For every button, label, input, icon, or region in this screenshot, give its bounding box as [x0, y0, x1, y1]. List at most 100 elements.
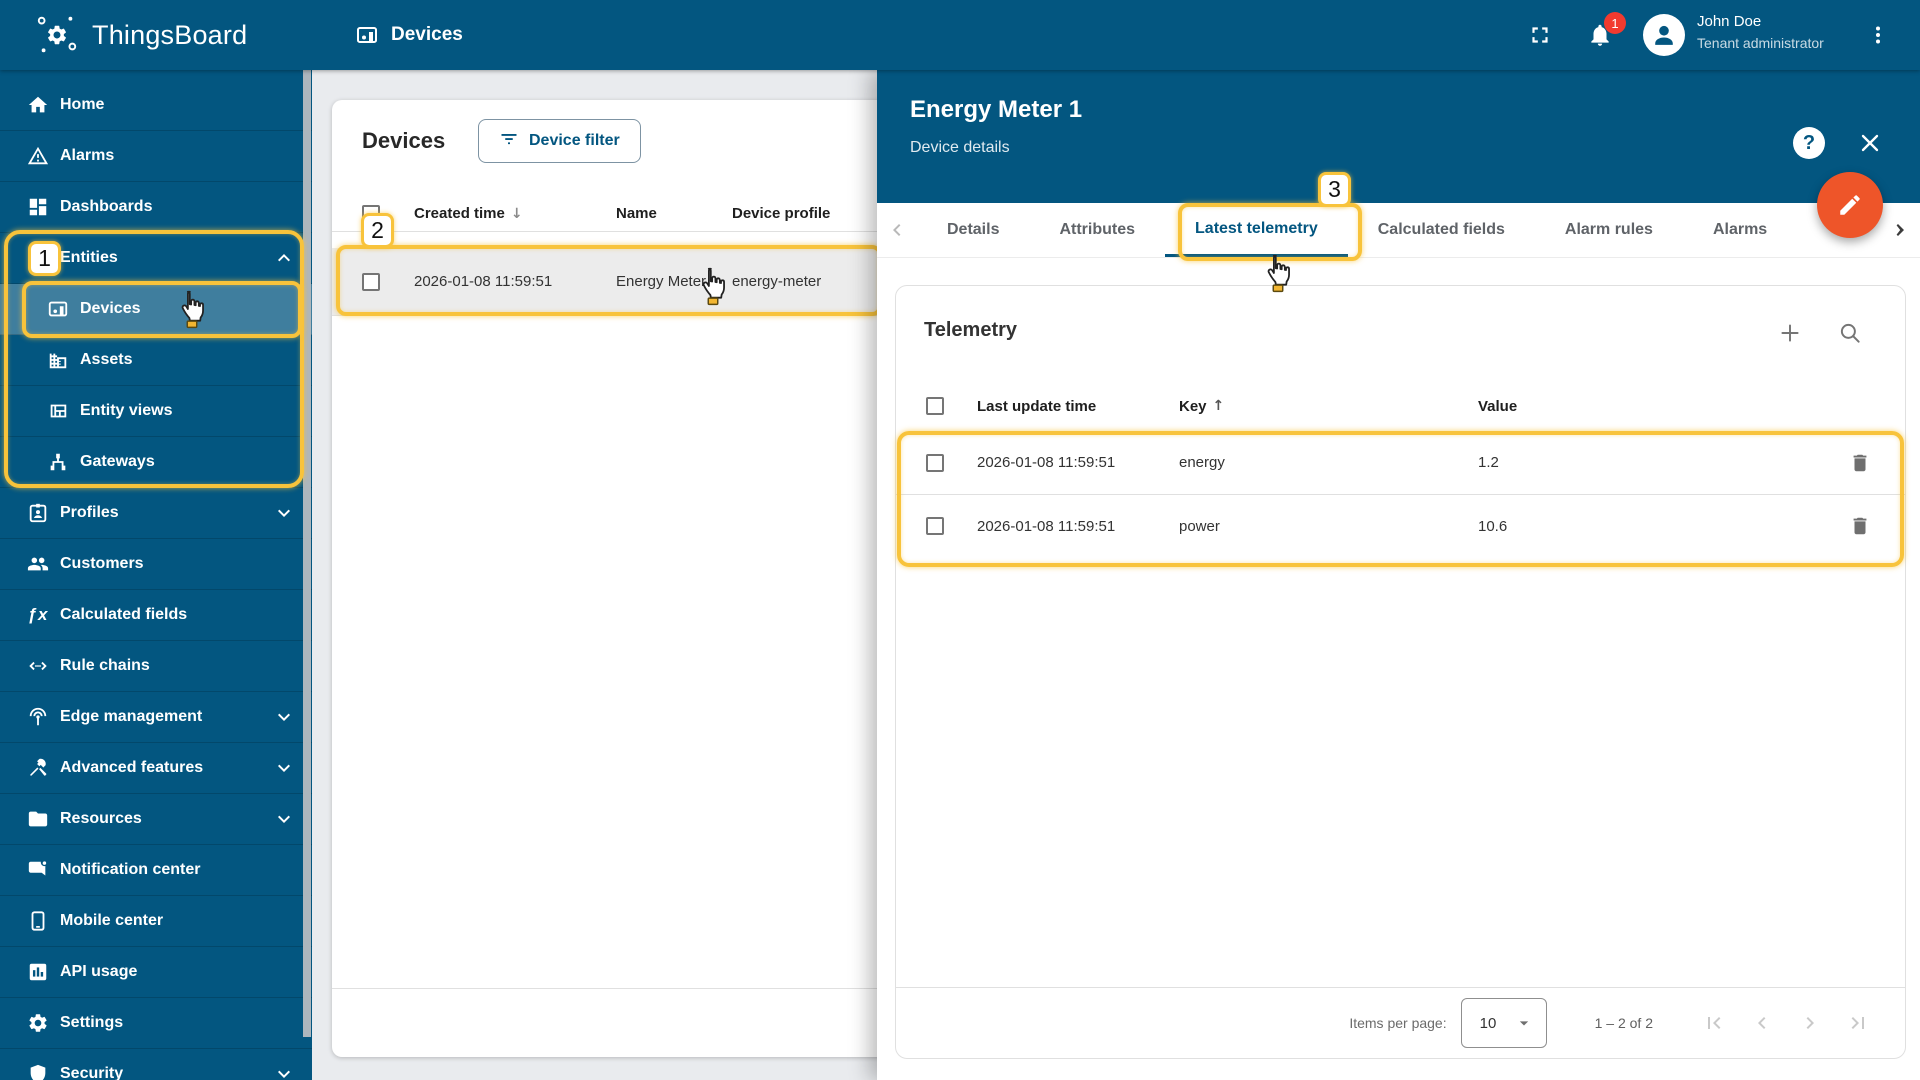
- sidebar-item-label: Assets: [80, 351, 133, 368]
- sidebar-item-home[interactable]: Home: [0, 80, 312, 131]
- folder-icon: [26, 807, 50, 831]
- sidebar-item-alarms[interactable]: Alarms: [0, 131, 312, 182]
- help-button[interactable]: ?: [1793, 127, 1825, 159]
- more-options-kebab-icon[interactable]: [1856, 0, 1900, 70]
- sidebar-item-label: Alarms: [60, 147, 115, 164]
- sidebar-item-entity-views[interactable]: Entity views: [0, 386, 312, 437]
- pager-controls: [1697, 1006, 1875, 1040]
- first-page-button[interactable]: [1697, 1006, 1731, 1040]
- prev-page-button[interactable]: [1745, 1006, 1779, 1040]
- sidebar-item-settings[interactable]: Settings: [0, 998, 312, 1049]
- telemetry-card: Telemetry Last update time Key ↑ Value 2…: [895, 285, 1906, 1059]
- edit-device-fab[interactable]: [1817, 172, 1883, 238]
- alarm-warning-icon: [26, 144, 50, 168]
- tab-latest-telemetry[interactable]: Latest telemetry: [1165, 203, 1348, 257]
- sidebar-item-entities[interactable]: Entities: [0, 233, 312, 284]
- user-avatar[interactable]: [1640, 0, 1688, 70]
- sidebar-item-label: Mobile center: [60, 912, 164, 929]
- sidebar-item-label: Home: [60, 96, 105, 113]
- telemetry-value: 10.6: [1478, 517, 1508, 535]
- dashboards-icon: [26, 195, 50, 219]
- pencil-icon: [1840, 195, 1860, 215]
- sidebar-item-calculated-fields[interactable]: ƒx Calculated fields: [0, 590, 312, 641]
- sidebar-item-customers[interactable]: Customers: [0, 539, 312, 590]
- tabs-scroll-left-icon[interactable]: [877, 203, 917, 257]
- last-page-button[interactable]: [1841, 1006, 1875, 1040]
- sidebar-item-mobile-center[interactable]: Mobile center: [0, 896, 312, 947]
- assets-icon: [46, 348, 70, 372]
- sidebar-nav: Home Alarms Dashboards Entities Devices …: [0, 70, 312, 1080]
- next-page-button[interactable]: [1793, 1006, 1827, 1040]
- tab-attributes[interactable]: Attributes: [1029, 203, 1165, 257]
- sidebar-item-gateways[interactable]: Gateways: [0, 437, 312, 488]
- sidebar-item-security[interactable]: Security: [0, 1049, 312, 1080]
- column-header-last-update-time[interactable]: Last update time: [977, 398, 1179, 415]
- search-telemetry-button[interactable]: [1836, 319, 1864, 347]
- sidebar-item-label: Profiles: [60, 504, 119, 521]
- column-header-name[interactable]: Name: [616, 205, 732, 222]
- select-caret-icon: [1519, 1021, 1528, 1026]
- notifications-bell-icon[interactable]: 1: [1574, 0, 1626, 70]
- chevron-down-icon: [272, 705, 296, 729]
- tab-details[interactable]: Details: [917, 203, 1029, 257]
- tools-icon: [26, 756, 50, 780]
- entities-icon: [26, 246, 50, 270]
- column-header-key[interactable]: Key ↑: [1179, 398, 1478, 415]
- sidebar-item-resources[interactable]: Resources: [0, 794, 312, 845]
- smartphone-icon: [26, 909, 50, 933]
- delete-telemetry-button[interactable]: [1842, 445, 1878, 481]
- sidebar-item-rule-chains[interactable]: Rule chains: [0, 641, 312, 692]
- sidebar-item-label: Settings: [60, 1014, 124, 1031]
- tab-alarms[interactable]: Alarms: [1683, 203, 1797, 257]
- chevron-down-icon: [272, 1062, 296, 1080]
- key-header-label: Key: [1179, 397, 1207, 415]
- tab-alarm-rules[interactable]: Alarm rules: [1535, 203, 1683, 257]
- items-per-page-select[interactable]: 10: [1460, 998, 1547, 1048]
- sidebar-item-label: Rule chains: [60, 657, 150, 674]
- chevron-up-icon: [272, 246, 296, 270]
- entity-views-icon: [46, 399, 70, 423]
- items-per-page-value: 10: [1479, 1014, 1497, 1032]
- row-checkbox[interactable]: [926, 517, 944, 535]
- sidebar-item-label: Gateways: [80, 453, 155, 470]
- row-checkbox[interactable]: [362, 272, 380, 291]
- gear-icon: [26, 1011, 50, 1035]
- sidebar-item-profiles[interactable]: Profiles: [0, 488, 312, 539]
- column-header-value[interactable]: Value: [1478, 398, 1815, 415]
- sidebar-item-api-usage[interactable]: API usage: [0, 947, 312, 998]
- sidebar-item-advanced-features[interactable]: Advanced features: [0, 743, 312, 794]
- drawer-subtitle: Device details: [910, 139, 1010, 156]
- sidebar-item-label: Dashboards: [60, 198, 153, 215]
- telemetry-time: 2026-01-08 11:59:51: [977, 517, 1116, 535]
- sidebar-item-label: Customers: [60, 555, 144, 572]
- delete-telemetry-button[interactable]: [1842, 508, 1878, 544]
- sidebar-item-notification-center[interactable]: Notification center: [0, 845, 312, 896]
- sidebar-item-label: Notification center: [60, 861, 201, 878]
- sidebar-item-assets[interactable]: Assets: [0, 335, 312, 386]
- sidebar-item-edge-management[interactable]: Edge management: [0, 692, 312, 743]
- plus-icon: [1781, 324, 1799, 342]
- telemetry-row-energy: 2026-01-08 11:59:51 energy 1.2: [896, 431, 1905, 494]
- column-header-created-time[interactable]: Created time ↓: [414, 205, 616, 222]
- shield-icon: [26, 1062, 50, 1080]
- last-update-time-header-label: Last update time: [977, 397, 1097, 415]
- select-all-checkbox[interactable]: [926, 397, 944, 415]
- drawer-title: Energy Meter 1: [910, 96, 1083, 123]
- user-info[interactable]: John Doe Tenant administrator: [1697, 13, 1824, 51]
- tab-calculated-fields[interactable]: Calculated fields: [1348, 203, 1535, 257]
- user-role: Tenant administrator: [1697, 35, 1824, 51]
- fullscreen-icon[interactable]: [1514, 0, 1566, 70]
- name-header-label: Name: [616, 205, 657, 222]
- search-icon: [1840, 323, 1860, 343]
- telemetry-card-header: Telemetry: [896, 286, 1905, 381]
- sidebar-scrollbar-thumb[interactable]: [303, 70, 311, 1037]
- add-telemetry-button[interactable]: [1776, 319, 1804, 347]
- sidebar-item-dashboards[interactable]: Dashboards: [0, 182, 312, 233]
- tabs-scroll-right-icon[interactable]: [1880, 203, 1920, 257]
- select-all-checkbox[interactable]: [362, 204, 380, 223]
- close-icon[interactable]: [1856, 129, 1884, 157]
- sidebar-item-devices[interactable]: Devices: [0, 284, 312, 335]
- app-logo[interactable]: ThingsBoard: [34, 12, 247, 58]
- row-checkbox[interactable]: [926, 453, 944, 472]
- device-filter-button[interactable]: Device filter: [478, 119, 641, 163]
